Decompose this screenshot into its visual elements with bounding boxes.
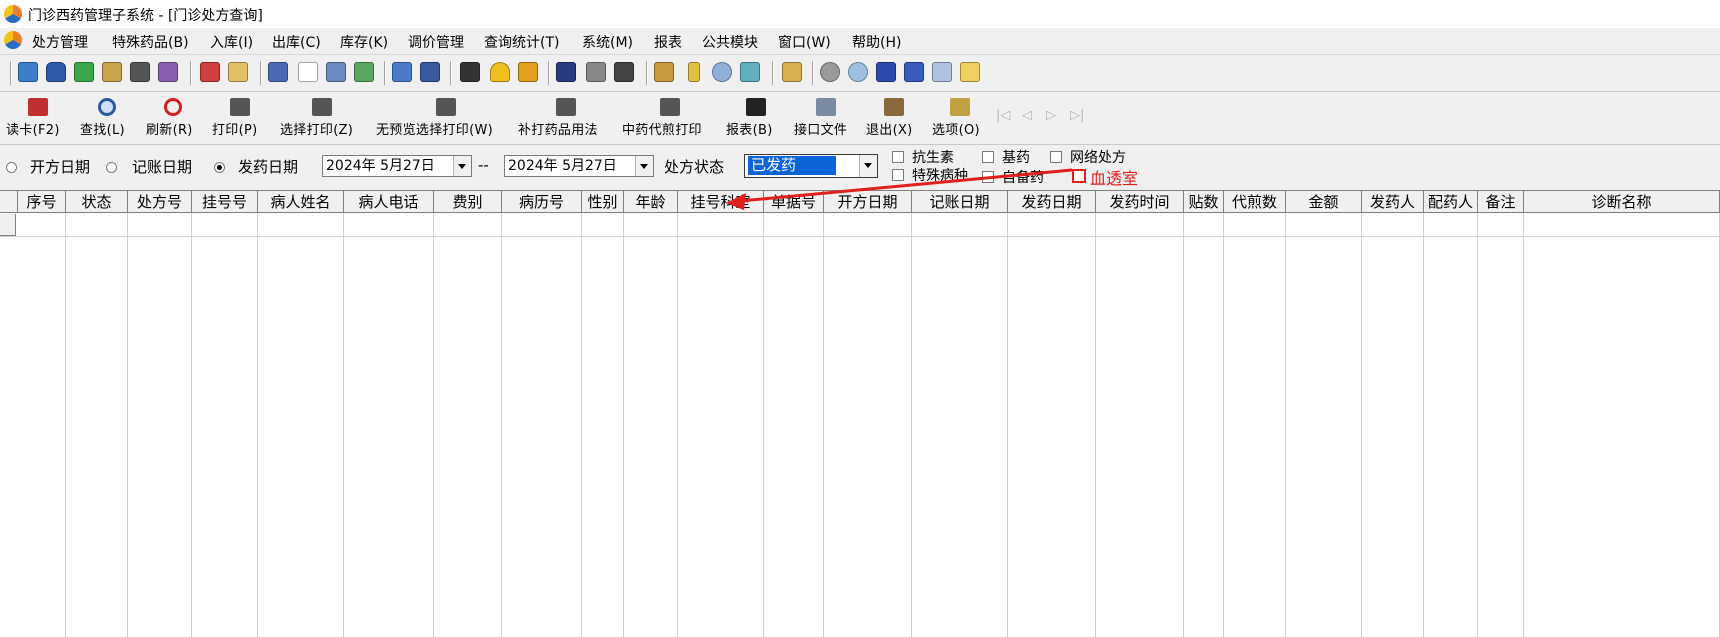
arrow-head	[726, 193, 746, 210]
arrow-shaft	[739, 168, 1073, 203]
annotation-arrow	[726, 168, 1073, 210]
